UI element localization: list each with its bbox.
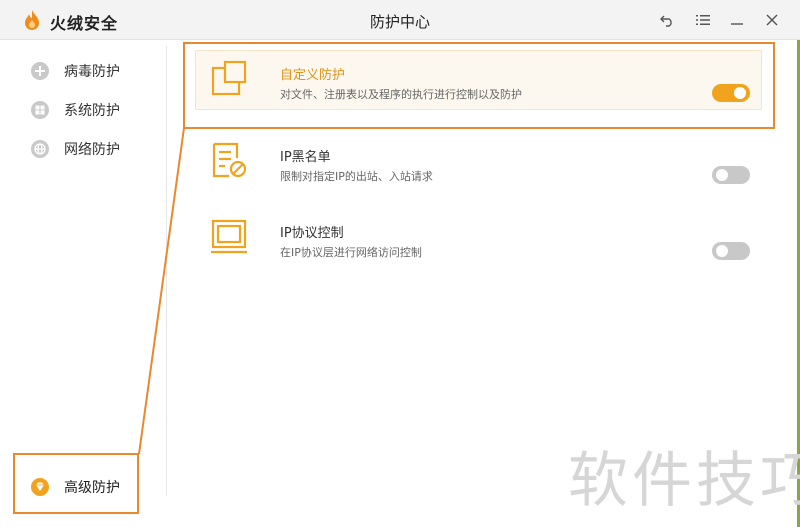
watermark-text: 软件技巧: [568, 446, 800, 516]
